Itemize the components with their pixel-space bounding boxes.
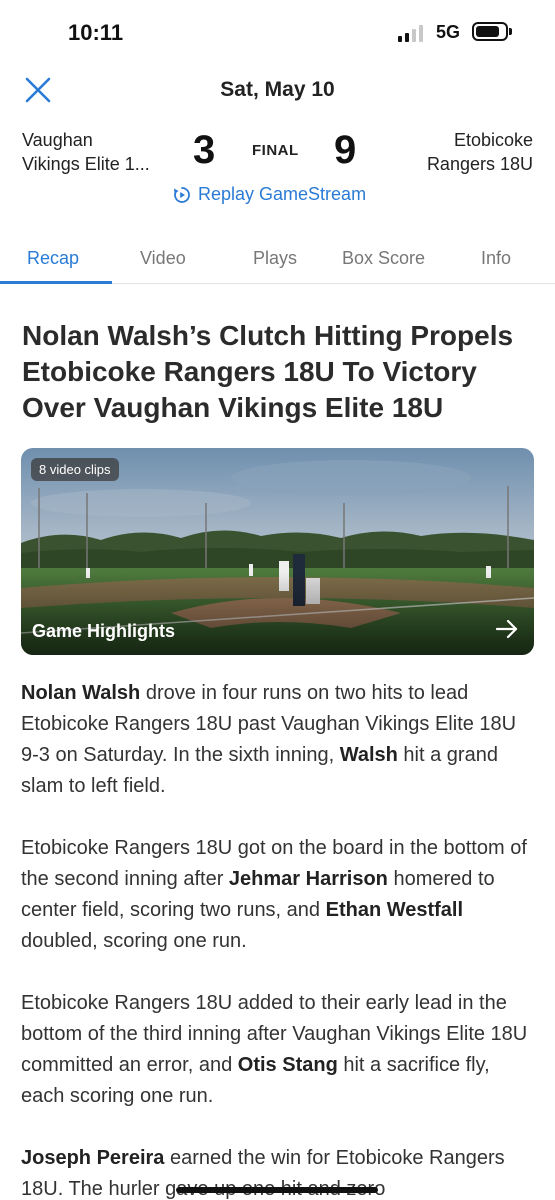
home-team-line1: Etobicoke: [453, 130, 533, 150]
arrow-right-icon: [495, 619, 518, 639]
replay-gamestream-link[interactable]: Replay GameStream: [172, 184, 366, 205]
player-name[interactable]: Jehmar Harrison: [229, 868, 388, 890]
article-paragraph: Etobicoke Rangers 18U added to their ear…: [21, 988, 536, 1112]
tab-plays[interactable]: Plays: [253, 248, 297, 269]
replay-icon: [174, 186, 190, 203]
game-date: Sat, May 10: [220, 78, 335, 101]
tab-recap[interactable]: Recap: [27, 248, 79, 269]
away-team-name[interactable]: Vaughan Vikings Elite 1...: [22, 128, 150, 176]
battery-icon: [472, 22, 508, 41]
article-headline: Nolan Walsh’s Clutch Hitting Propels Eto…: [22, 320, 514, 423]
article-paragraph: Etobicoke Rangers 18U got on the board i…: [21, 833, 536, 957]
active-tab-indicator: [0, 281, 112, 284]
player-name[interactable]: Otis Stang: [238, 1054, 338, 1076]
article-paragraph: Nolan Walsh drove in four runs on two hi…: [21, 678, 536, 802]
tab-video[interactable]: Video: [140, 248, 186, 269]
battery-tip: [509, 28, 512, 35]
tab-info[interactable]: Info: [481, 248, 511, 269]
paragraph-text: doubled, scoring one run.: [21, 930, 247, 952]
home-score: 9: [334, 128, 357, 172]
home-team-line2: Rangers 18U: [426, 154, 533, 174]
player-name[interactable]: Joseph Pereira: [21, 1147, 164, 1169]
player-name[interactable]: Nolan Walsh: [21, 682, 140, 704]
player-name[interactable]: Walsh: [340, 744, 398, 766]
game-status: FINAL: [252, 142, 299, 159]
signal-icon: [398, 24, 423, 42]
player-name[interactable]: Ethan Westfall: [326, 899, 463, 921]
status-time: 10:11: [68, 20, 124, 45]
status-bar: 10:11 5G: [0, 0, 555, 66]
network-label: 5G: [436, 22, 461, 42]
home-team-name[interactable]: Etobicoke Rangers 18U: [427, 128, 533, 176]
home-indicator[interactable]: [176, 1187, 378, 1193]
tab-bar: Recap Video Plays Box Score Info: [0, 236, 555, 284]
away-team-line1: Vaughan: [22, 130, 93, 150]
replay-label: Replay GameStream: [198, 184, 367, 204]
away-team-line2: Vikings Elite 1...: [22, 154, 150, 174]
game-highlights-card[interactable]: 8 video clips Game Highlights: [21, 448, 534, 655]
tab-box-score[interactable]: Box Score: [342, 248, 425, 269]
video-clips-badge: 8 video clips: [31, 458, 119, 481]
game-highlights-label: Game Highlights: [32, 621, 176, 641]
away-score: 3: [193, 128, 216, 172]
article-body: Nolan Walsh drove in four runs on two hi…: [21, 678, 536, 1200]
